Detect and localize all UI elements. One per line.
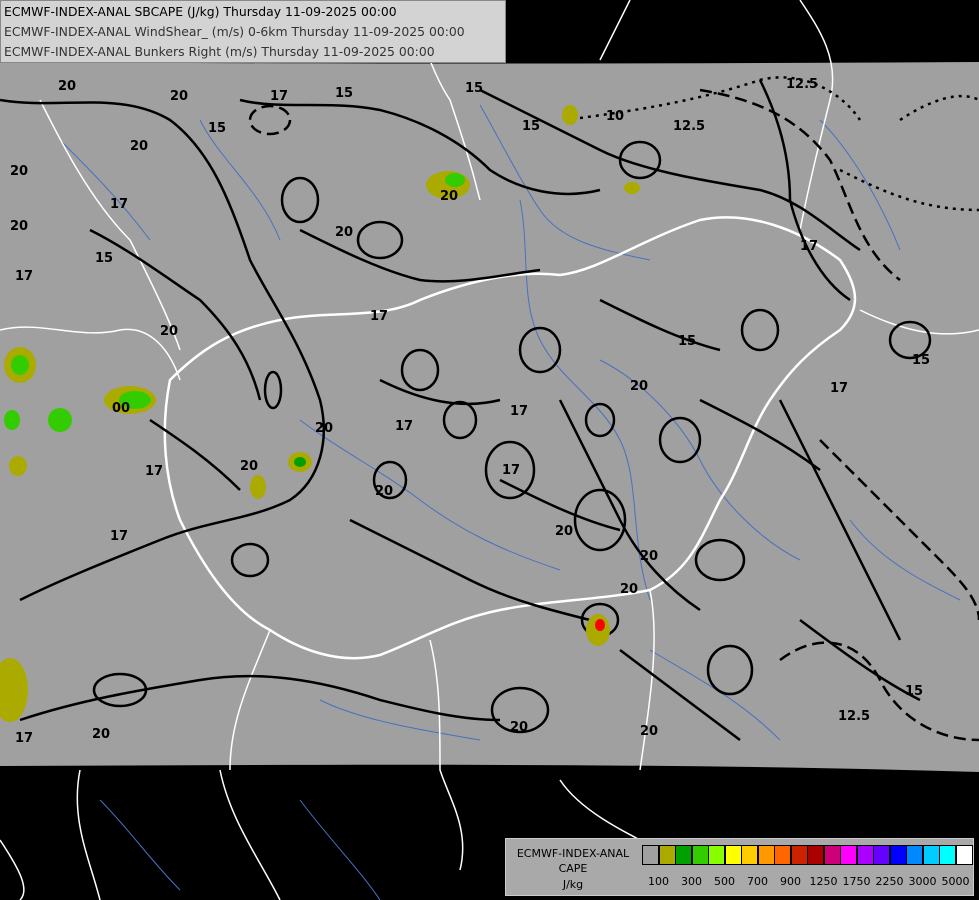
legend-swatch [741,845,758,865]
cape-legend: ECMWF-INDEX-ANAL CAPE J/kg 100 300 500 700 9… [505,838,974,896]
contour-label: 12.5 [786,77,818,92]
contour-label: 17 [830,381,848,396]
title-line-cape: ECMWF-INDEX-ANAL SBCAPE (J/kg) Thursday … [4,4,397,19]
legend-swatch [774,845,791,865]
legend-swatch [823,845,841,865]
contour-label: 15 [208,121,226,136]
contour-label: 17 [110,529,128,544]
contour-label: 20 [440,189,458,204]
contour-label: 20 [375,484,393,499]
legend-variable: CAPE [558,862,588,875]
contour-label: 17 [145,464,163,479]
contour-label: 20 [10,219,28,234]
contour-label: 17 [15,269,33,284]
map-title-box: ECMWF-INDEX-ANAL SBCAPE (J/kg) Thursday … [0,0,506,63]
legend-swatch [955,845,973,865]
legend-swatch [840,845,857,865]
legend-swatch [757,845,775,865]
contour-label: 15 [465,81,483,96]
contour-label: 20 [640,724,658,739]
contour-label: 00 [112,401,130,416]
legend-swatch [889,845,907,865]
contour-label: 20 [92,727,110,742]
contour-label: 17 [270,89,288,104]
contour-label: 20 [555,524,573,539]
legend-swatch [691,845,709,865]
legend-tick-label: 5000 [941,875,970,888]
contour-label: 17 [510,404,528,419]
contour-label: 20 [630,379,648,394]
legend-swatch [856,845,874,865]
contour-label: 15 [95,251,113,266]
contour-label: 20 [620,582,638,597]
contour-label: 17 [800,239,818,254]
legend-swatch [939,845,956,865]
legend-swatch [724,845,742,865]
legend-swatch [658,845,676,865]
legend-title: ECMWF-INDEX-ANAL [516,847,630,860]
title-line-windshear: ECMWF-INDEX-ANAL WindShear_ (m/s) 0-6km … [4,24,465,39]
contour-label: 20 [240,459,258,474]
legend-swatch [675,845,692,865]
contour-label: 20 [510,720,528,735]
contour-label: 15 [335,86,353,101]
contour-label: 12.5 [673,119,705,134]
contour-label: 20 [640,549,658,564]
contour-label: 15 [905,684,923,699]
legend-swatch [873,845,890,865]
legend-swatch [807,845,824,865]
legend-swatch [642,845,659,865]
legend-swatch [906,845,923,865]
legend-swatch [790,845,808,865]
contour-label: 15 [522,119,540,134]
contour-label: 15 [678,334,696,349]
contour-label: 10 [606,109,624,124]
contour-label: 20 [160,324,178,339]
contour-label: 17 [370,309,388,324]
contour-label: 12.5 [838,709,870,724]
contour-label: 17 [110,197,128,212]
contour-label: 15 [912,353,930,368]
contour-label: 20 [335,225,353,240]
contour-label: 17 [15,731,33,746]
title-line-bunkers: ECMWF-INDEX-ANAL Bunkers Right (m/s) Thu… [4,44,435,59]
contour-label: 20 [130,139,148,154]
weather-map: 20 20 15 17 20 20 17 15 17 20 15 15 15 1… [0,0,979,900]
contour-label: 20 [170,89,188,104]
legend-swatch [708,845,725,865]
contour-label: 20 [10,164,28,179]
contour-label: 20 [58,79,76,94]
contour-label: 20 [315,421,333,436]
legend-swatch [922,845,940,865]
contour-label: 17 [502,463,520,478]
contour-label: 17 [395,419,413,434]
legend-unit: J/kg [562,878,584,891]
